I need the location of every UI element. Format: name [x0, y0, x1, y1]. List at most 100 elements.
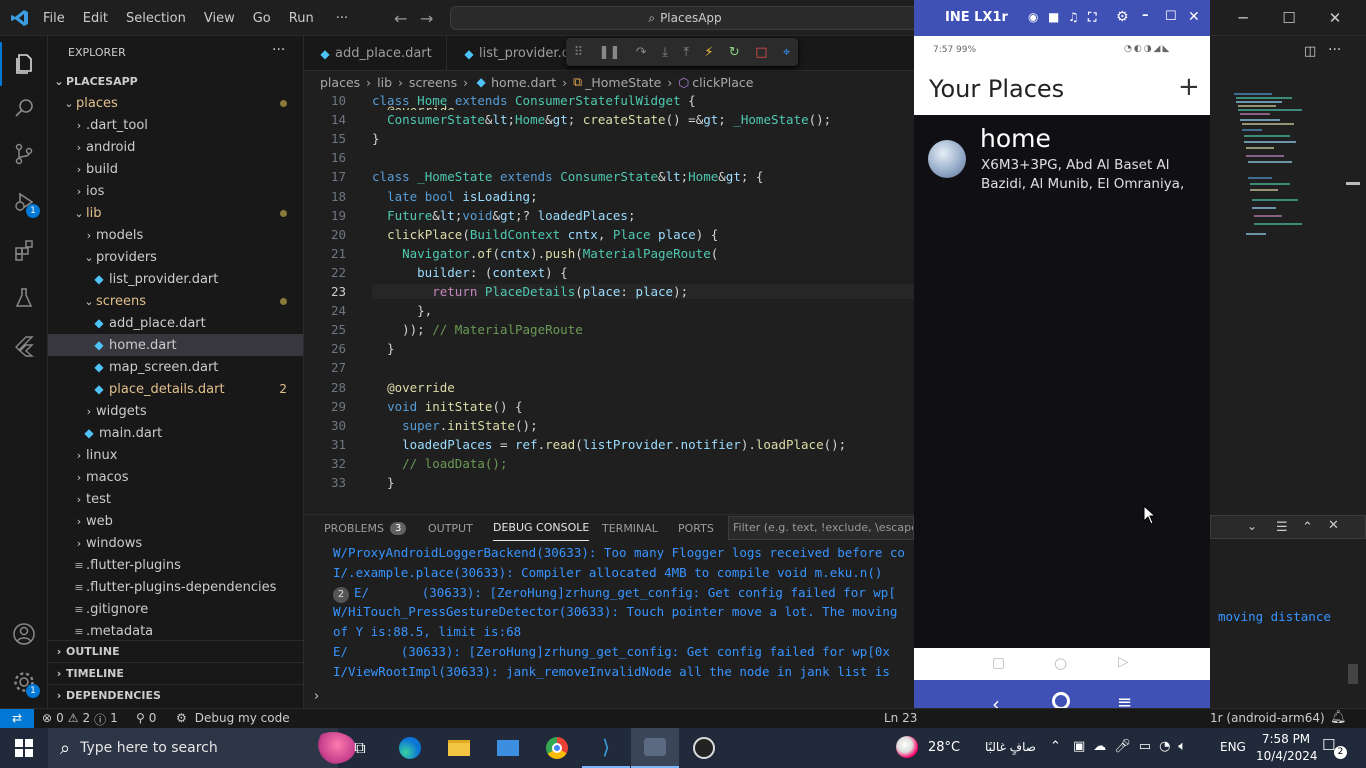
tab-terminal[interactable]: TERMINAL: [602, 515, 658, 541]
clear-console-icon[interactable]: ☰: [1276, 520, 1288, 535]
menu-selection[interactable]: Selection: [117, 11, 195, 26]
tree-folder[interactable]: › ios: [48, 180, 303, 202]
search-icon[interactable]: [0, 86, 48, 130]
tree-folder[interactable]: › .dart_tool: [48, 114, 303, 136]
code-line[interactable]: super.initState();: [372, 418, 537, 433]
tree-folder[interactable]: › macos: [48, 466, 303, 488]
breadcrumb-item[interactable]: _HomeState: [585, 75, 661, 90]
tray-icons[interactable]: ▣☁🎤︎▭◔🔈︎: [1073, 739, 1194, 754]
back-arrow-icon[interactable]: ←: [394, 9, 407, 28]
recents-square-icon[interactable]: ▢: [992, 655, 1005, 671]
menu-more[interactable]: ···: [327, 11, 357, 26]
problems-status[interactable]: ⊗ 0 ⚠ 2 ⓘ 1: [42, 711, 118, 728]
chrome-icon[interactable]: [533, 728, 581, 768]
code-line[interactable]: loadedPlaces = ref.read(listProvider.not…: [372, 437, 846, 452]
breadcrumb-item[interactable]: home.dart: [491, 75, 556, 90]
language-indicator[interactable]: ENG: [1220, 740, 1246, 754]
notifications-bell-icon[interactable]: 🔔︎: [1330, 710, 1347, 725]
breadcrumb-item[interactable]: lib: [377, 75, 392, 90]
tree-file[interactable]: ◆ map_screen.dart: [48, 356, 303, 378]
edge-icon[interactable]: [386, 728, 434, 768]
place-list-item[interactable]: home X6M3+3PG, Abd Al Baset Al Bazidi, A…: [914, 118, 1210, 196]
tree-file[interactable]: ◆ add_place.dart: [48, 312, 303, 334]
panel-dropdown[interactable]: ⌄: [1210, 515, 1366, 539]
cursor-position[interactable]: Ln 23: [884, 711, 917, 725]
step-into-icon[interactable]: ⤓: [662, 45, 668, 60]
file-explorer-icon[interactable]: [435, 728, 483, 768]
menu-run[interactable]: Run: [280, 11, 323, 26]
tree-file[interactable]: ≡ .flutter-plugins-dependencies: [48, 576, 303, 598]
source-control-icon[interactable]: [0, 132, 48, 176]
audio-icon[interactable]: ♫: [1068, 10, 1079, 24]
home-circle-icon[interactable]: ○: [1054, 654, 1067, 672]
breadcrumb-item[interactable]: places: [320, 75, 360, 90]
code-line[interactable]: late bool isLoading;: [372, 189, 538, 204]
mirror-maximize-icon[interactable]: ☐: [1165, 9, 1177, 24]
code-line[interactable]: // loadData();: [372, 456, 507, 471]
pause-icon[interactable]: ❚❚: [599, 45, 621, 60]
run-debug-icon[interactable]: 1: [0, 180, 48, 224]
stop-icon[interactable]: □: [755, 45, 767, 60]
minimap[interactable]: [1232, 90, 1332, 250]
code-line[interactable]: },: [372, 303, 432, 318]
tree-folder[interactable]: ⌄ screens: [48, 290, 303, 312]
maximize-panel-icon[interactable]: ⌃: [1302, 520, 1313, 535]
manage-gear-icon[interactable]: 1: [0, 660, 48, 704]
debug-status[interactable]: ⚙ Debug my code: [176, 711, 290, 725]
tree-file[interactable]: ≡ .metadata: [48, 620, 303, 642]
tab-ports[interactable]: PORTS: [678, 515, 714, 541]
code-line[interactable]: @override: [372, 380, 455, 395]
task-view-icon[interactable]: ⧉: [336, 728, 384, 768]
tab-debug-console[interactable]: DEBUG CONSOLE: [493, 515, 590, 541]
fullscreen-icon[interactable]: ⛶: [1088, 10, 1096, 25]
console-prompt-icon[interactable]: ›: [314, 689, 319, 704]
split-editor-icon[interactable]: ◫: [1304, 44, 1316, 59]
code-line[interactable]: )); // MaterialPageRoute: [372, 322, 583, 337]
vscode-taskbar-icon[interactable]: ⟩: [582, 728, 630, 768]
notification-center-icon[interactable]: ☐ 2: [1322, 736, 1348, 760]
tree-folder[interactable]: › android: [48, 136, 303, 158]
tree-folder[interactable]: ⌄ lib: [48, 202, 303, 224]
console-filter-input[interactable]: Filter (e.g. text, !exclude, \escape): [728, 516, 914, 540]
tree-file[interactable]: ≡ .gitignore: [48, 598, 303, 620]
tab-problems[interactable]: PROBLEMS 3: [324, 515, 407, 541]
tree-folder[interactable]: ⌄ places: [48, 92, 303, 114]
outline-section[interactable]: › OUTLINE: [48, 640, 303, 662]
mirror-minimize-icon[interactable]: –: [1142, 8, 1149, 23]
menu-go[interactable]: Go: [244, 11, 280, 26]
record-icon[interactable]: ■: [1048, 10, 1059, 24]
tree-file[interactable]: ◆ place_details.dart 2: [48, 378, 303, 400]
code-line[interactable]: return PlaceDetails(place: place);: [372, 284, 914, 299]
clock-date[interactable]: 10/4/2024: [1256, 749, 1318, 763]
code-line[interactable]: class _HomeState extends ConsumerState&l…: [372, 169, 763, 184]
tree-file[interactable]: ≡ .flutter-plugins: [48, 554, 303, 576]
remote-icon[interactable]: ⇄: [0, 709, 34, 728]
testing-icon[interactable]: [0, 276, 48, 320]
windows-start-icon[interactable]: [0, 728, 48, 768]
mirror-close-icon[interactable]: ✕: [1188, 9, 1200, 25]
breadcrumb-item[interactable]: clickPlace: [692, 75, 753, 90]
dependencies-section[interactable]: › DEPENDENCIES: [48, 684, 303, 706]
tab-output[interactable]: OUTPUT: [428, 515, 473, 541]
code-line[interactable]: builder: (context) {: [372, 265, 568, 280]
code-line[interactable]: clickPlace(BuildContext cntx, Place plac…: [372, 227, 718, 242]
tree-folder[interactable]: › test: [48, 488, 303, 510]
minimize-icon[interactable]: ─: [1220, 0, 1266, 36]
panel-scrollbar-thumb[interactable]: [1348, 664, 1358, 684]
tree-file[interactable]: ◆ list_provider.dart: [48, 268, 303, 290]
code-editor[interactable]: 10 class Home extends ConsumerStatefulWid…: [304, 93, 914, 514]
step-out-icon[interactable]: ⤒: [683, 45, 689, 60]
code-line[interactable]: }: [372, 131, 380, 146]
tree-file[interactable]: ◆ home.dart: [48, 334, 303, 356]
drag-handle-icon[interactable]: ⠿: [574, 45, 584, 60]
restart-icon[interactable]: ↻: [729, 45, 740, 60]
weather-description[interactable]: صافٍ غالبًا: [985, 740, 1036, 754]
menu-view[interactable]: View: [195, 11, 244, 26]
tree-folder[interactable]: › build: [48, 158, 303, 180]
close-icon[interactable]: ✕: [1312, 0, 1358, 36]
taskbar-search[interactable]: ⌕ Type here to search: [48, 728, 356, 768]
command-center[interactable]: ⌕ PlacesApp: [450, 6, 920, 30]
maximize-icon[interactable]: ☐: [1266, 0, 1312, 36]
menu-file[interactable]: File: [34, 11, 74, 26]
breadcrumb-item[interactable]: screens: [409, 75, 457, 90]
